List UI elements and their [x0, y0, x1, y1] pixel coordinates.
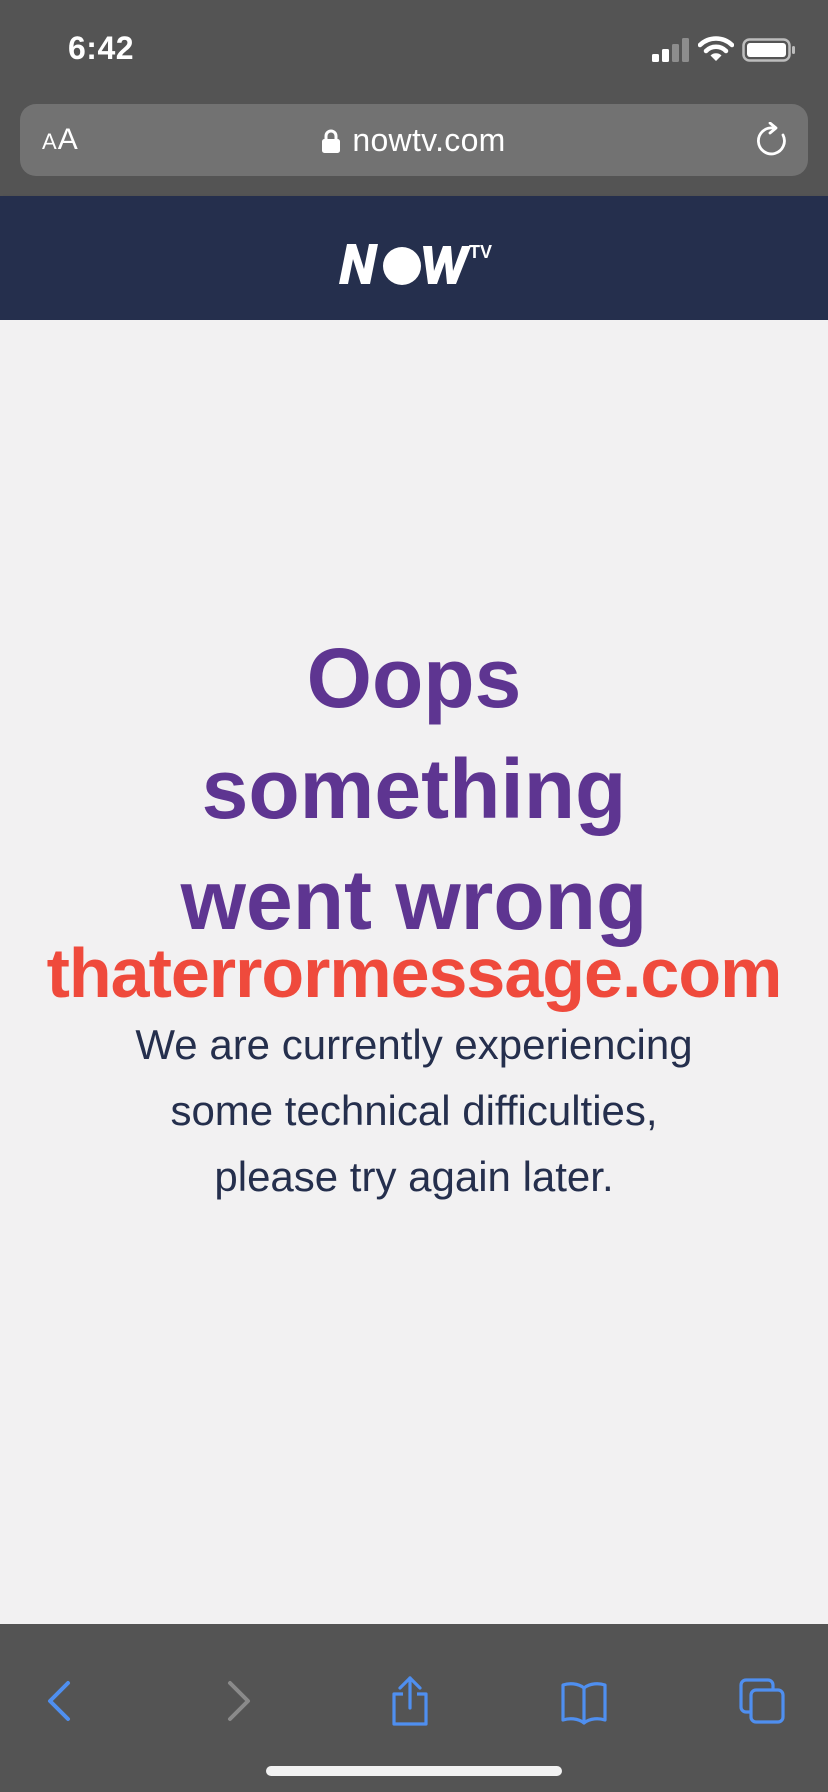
headline-line: Oops: [306, 631, 522, 725]
now-tv-logo[interactable]: TV: [333, 238, 495, 288]
error-content: Oops something went wrong thaterrormessa…: [0, 320, 828, 1624]
browser-toolbar: [0, 1624, 828, 1792]
error-message: We are currently experiencing some techn…: [0, 1012, 828, 1210]
site-header: TV: [0, 196, 828, 320]
bookmarks-book-icon[interactable]: [560, 1676, 608, 1726]
message-line: some technical difficulties,: [170, 1087, 658, 1134]
home-indicator[interactable]: [266, 1766, 562, 1776]
wifi-icon: [698, 36, 734, 61]
status-bar: 6:42: [0, 0, 828, 96]
watermark: thaterrormessage.com: [46, 934, 783, 1012]
url-text: nowtv.com: [352, 122, 506, 158]
status-time: 6:42: [68, 30, 135, 66]
reload-icon[interactable]: [756, 122, 790, 158]
lock-icon: [322, 129, 341, 153]
message-line: We are currently experiencing: [135, 1021, 693, 1068]
battery-icon: [742, 38, 795, 62]
address-bar[interactable]: AA nowtv.com: [20, 104, 808, 176]
back-chevron-icon[interactable]: [38, 1676, 86, 1726]
tabs-icon[interactable]: [738, 1676, 786, 1726]
phone-screen: 6:42 AA nowtv.com TV Oops something went…: [0, 0, 828, 1792]
cellular-signal-icon: [652, 38, 689, 62]
message-line: please try again later.: [214, 1153, 614, 1200]
forward-chevron-icon[interactable]: [212, 1676, 260, 1726]
headline-line: something: [201, 742, 627, 836]
browser-top-bar: AA nowtv.com: [0, 96, 828, 196]
url-display[interactable]: nowtv.com: [20, 118, 808, 162]
error-headline: Oops something went wrong: [0, 623, 828, 956]
share-icon[interactable]: [386, 1676, 434, 1726]
logo-tv-suffix: TV: [469, 242, 492, 262]
